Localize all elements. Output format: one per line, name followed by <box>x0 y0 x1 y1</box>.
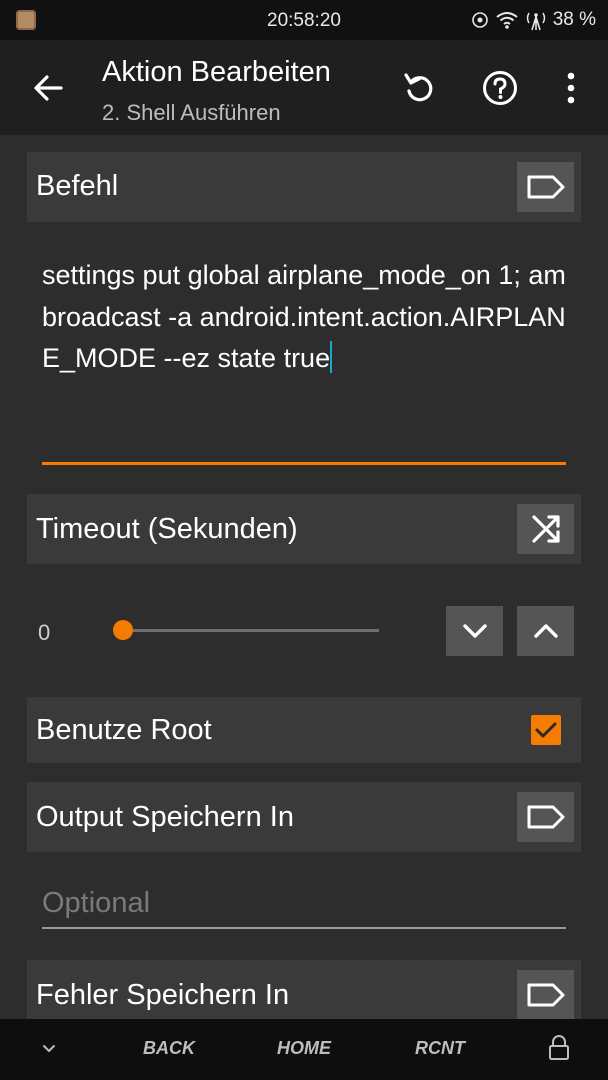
hotspot-icon <box>471 12 488 28</box>
command-section: Befehl <box>27 152 581 222</box>
timeout-section: Timeout (Sekunden) <box>27 494 581 564</box>
output-label: Output Speichern In <box>36 801 294 833</box>
page-subtitle: 2. Shell Ausführen <box>102 100 281 125</box>
text-cursor <box>330 341 333 373</box>
more-vert-icon <box>567 72 575 104</box>
more-options-button[interactable] <box>549 66 593 110</box>
status-icons: 38 % <box>471 9 596 31</box>
command-label: Befehl <box>36 170 119 202</box>
back-button[interactable] <box>28 68 68 108</box>
label-tag-icon <box>527 805 564 829</box>
nav-home-button[interactable]: HOME <box>277 1038 331 1059</box>
wifi-icon <box>496 12 518 29</box>
label-tag-icon <box>527 175 564 199</box>
collapse-nav-button[interactable] <box>42 1038 56 1059</box>
nav-recent-button[interactable]: RCNT <box>415 1038 465 1059</box>
chevron-down-icon <box>43 1045 55 1053</box>
output-variable-button[interactable] <box>517 792 574 842</box>
chevron-up-icon <box>533 624 558 638</box>
reset-button[interactable] <box>397 66 441 110</box>
command-input-underline <box>42 462 566 465</box>
app-bar: Aktion Bearbeiten 2. Shell Ausführen <box>0 40 608 135</box>
check-icon <box>535 722 557 738</box>
chevron-down-icon <box>462 624 487 638</box>
navigation-bar: BACK HOME RCNT <box>0 1019 608 1080</box>
error-label: Fehler Speichern In <box>36 979 290 1011</box>
timeout-value: 0 <box>38 620 51 645</box>
timeout-random-button[interactable] <box>517 504 574 554</box>
help-icon <box>483 71 517 105</box>
timeout-increase-button[interactable] <box>517 606 574 656</box>
shuffle-icon <box>531 515 560 543</box>
timeout-label: Timeout (Sekunden) <box>36 513 298 545</box>
lock-button[interactable] <box>548 1035 570 1066</box>
signal-icon <box>526 12 545 31</box>
arrow-left-icon <box>34 75 63 101</box>
root-label: Benutze Root <box>36 714 212 746</box>
status-bar: 20:58:20 38 % <box>0 0 608 40</box>
timeout-decrease-button[interactable] <box>446 606 503 656</box>
label-tag-icon <box>527 983 564 1007</box>
page-title: Aktion Bearbeiten <box>102 56 331 88</box>
command-variable-button[interactable] <box>517 162 574 212</box>
error-section: Fehler Speichern In <box>27 960 581 1019</box>
lock-icon <box>549 1035 569 1060</box>
reset-icon <box>404 73 433 102</box>
timeout-slider-thumb[interactable] <box>113 620 133 640</box>
battery-percent: 38 % <box>552 9 596 30</box>
output-input-underline <box>42 927 566 929</box>
root-section[interactable]: Benutze Root <box>27 697 581 763</box>
help-button[interactable] <box>478 66 522 110</box>
nav-back-button[interactable]: BACK <box>143 1038 195 1059</box>
root-checkbox[interactable] <box>531 715 561 745</box>
timeout-slider-track[interactable] <box>123 629 379 632</box>
command-input[interactable]: settings put global airplane_mode_on 1; … <box>42 255 566 380</box>
command-value: settings put global airplane_mode_on 1; … <box>42 260 566 373</box>
error-variable-button[interactable] <box>517 970 574 1019</box>
output-variable-input[interactable] <box>42 880 566 926</box>
output-section: Output Speichern In <box>27 782 581 852</box>
